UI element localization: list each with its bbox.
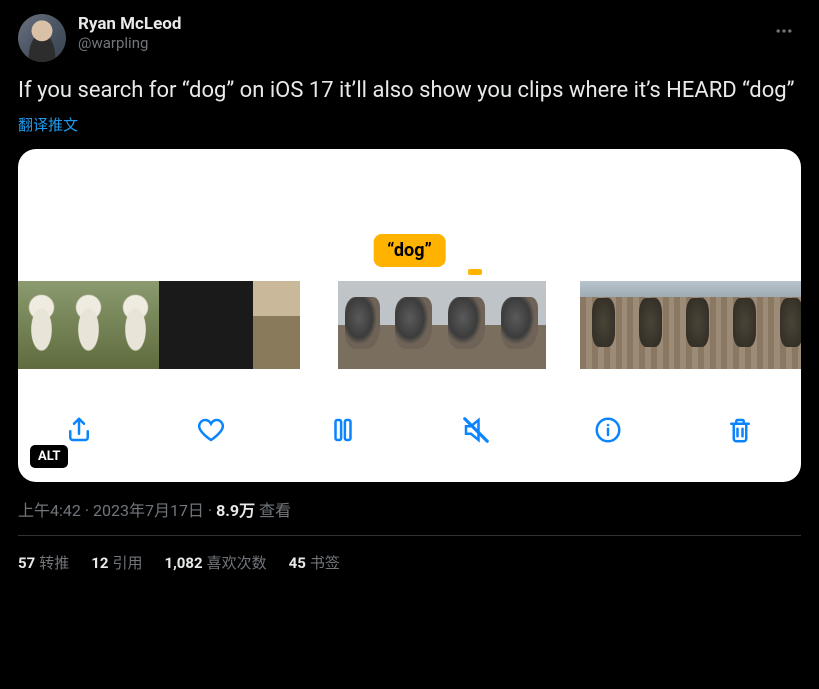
clip-group[interactable] — [18, 281, 300, 369]
stat-count: 57 — [18, 554, 35, 572]
alt-badge[interactable]: ALT — [30, 445, 68, 468]
stat-count: 45 — [289, 554, 306, 572]
views-number: 8.9万 — [216, 501, 255, 520]
stat-count: 12 — [91, 554, 108, 572]
author-names[interactable]: Ryan McLeod @warpling — [78, 14, 181, 52]
thumbnail — [334, 281, 387, 369]
share-icon[interactable] — [62, 413, 96, 447]
info-icon[interactable] — [591, 413, 625, 447]
thumbnail — [580, 281, 627, 369]
tweet-stats: 57转推 12引用 1,082 喜欢次数 45书签 — [18, 536, 801, 573]
thumbnail — [674, 281, 721, 369]
meta-time: 上午4:42 — [18, 501, 81, 520]
meta-date: 2023年7月17日 — [93, 501, 204, 520]
media-toolbar — [18, 408, 801, 452]
meta-sep: · — [81, 501, 93, 520]
views-label: 查看 — [255, 501, 291, 520]
thumbnail — [721, 281, 768, 369]
thumbnail — [253, 281, 300, 369]
thumbnail — [768, 281, 801, 369]
stat-quotes[interactable]: 12引用 — [91, 552, 142, 573]
clip-group-active[interactable] — [334, 281, 546, 369]
handle: @warpling — [78, 34, 181, 52]
stat-label: 书签 — [310, 554, 340, 572]
thumbnail — [440, 281, 493, 369]
media-card[interactable]: “dog” — [18, 149, 801, 482]
meta-sep: · — [204, 501, 216, 520]
clip-group[interactable] — [580, 281, 801, 369]
mute-icon[interactable] — [459, 413, 493, 447]
video-timeline[interactable] — [18, 281, 801, 369]
thumbnail — [493, 281, 546, 369]
stat-count: 1,082 — [164, 554, 202, 572]
pause-icon[interactable] — [326, 413, 360, 447]
thumbnail — [112, 281, 159, 369]
stat-label: 引用 — [112, 554, 142, 572]
stat-bookmarks[interactable]: 45书签 — [289, 552, 340, 573]
more-icon[interactable] — [767, 14, 801, 48]
thumbnail — [18, 281, 65, 369]
caption-bubble: “dog” — [373, 234, 446, 267]
stat-likes[interactable]: 1,082 喜欢次数 — [164, 552, 266, 573]
tweet-meta[interactable]: 上午4:42 · 2023年7月17日 · 8.9万 查看 — [18, 497, 801, 521]
display-name: Ryan McLeod — [78, 14, 181, 34]
stat-label: 喜欢次数 — [207, 554, 267, 572]
heart-icon[interactable] — [194, 413, 228, 447]
stat-label: 转推 — [39, 554, 69, 572]
thumbnail — [65, 281, 112, 369]
stat-retweets[interactable]: 57转推 — [18, 552, 69, 573]
thumbnail — [206, 281, 253, 369]
tweet-header: Ryan McLeod @warpling — [18, 14, 801, 62]
thumbnail — [627, 281, 674, 369]
tweet-text: If you search for “dog” on iOS 17 it’ll … — [18, 76, 801, 106]
avatar[interactable] — [18, 14, 66, 62]
thumbnail — [387, 281, 440, 369]
tweet-container: Ryan McLeod @warpling If you search for … — [0, 0, 819, 573]
playhead-marker — [468, 269, 482, 275]
trash-icon[interactable] — [723, 413, 757, 447]
translate-link[interactable]: 翻译推文 — [18, 114, 801, 135]
thumbnail — [159, 281, 206, 369]
